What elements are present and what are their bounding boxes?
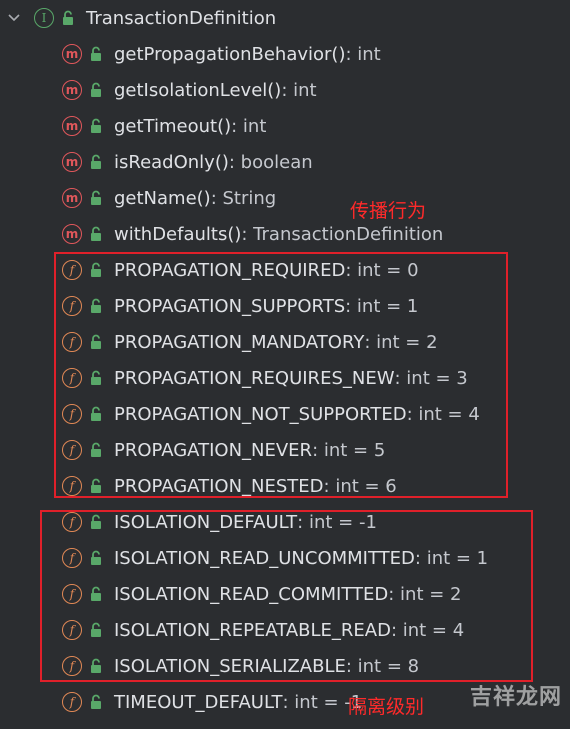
method-item[interactable]: m getTimeout(): int — [0, 108, 570, 144]
member-type: : TransactionDefinition — [241, 223, 444, 245]
member-type: : String — [210, 187, 277, 209]
unlock-icon — [86, 80, 106, 100]
member-type: : int — [345, 43, 381, 65]
method-icon: m — [62, 116, 82, 136]
method-item[interactable]: m getIsolationLevel(): int — [0, 72, 570, 108]
unlock-icon — [58, 8, 78, 28]
member-name: withDefaults() — [114, 223, 242, 245]
isolation-annotation: 隔离级别 — [348, 696, 425, 718]
unlock-icon — [86, 44, 106, 64]
unlock-icon — [86, 116, 106, 136]
unlock-icon — [86, 152, 106, 172]
method-icon: m — [62, 80, 82, 100]
interface-icon: I — [34, 8, 54, 28]
method-item[interactable]: m getName(): String — [0, 180, 570, 216]
member-name: isReadOnly() — [114, 151, 229, 173]
root-label: TransactionDefinition — [86, 7, 277, 29]
method-icon: m — [62, 152, 82, 172]
member-type: : int — [281, 79, 317, 101]
watermark-logo: 吉祥龙网 — [469, 685, 562, 710]
member-type: : int — [231, 115, 267, 137]
unlock-icon — [86, 224, 106, 244]
member-name: getPropagationBehavior() — [114, 43, 346, 65]
member-name: getTimeout() — [114, 115, 232, 137]
chevron-down-icon[interactable] — [6, 10, 22, 26]
method-item[interactable]: m withDefaults(): TransactionDefinition — [0, 216, 570, 252]
isolation-highlight-box — [40, 510, 533, 682]
method-icon: m — [62, 188, 82, 208]
member-name: TIMEOUT_DEFAULT — [114, 691, 283, 713]
field-icon: f — [62, 692, 82, 712]
propagation-highlight-box — [54, 252, 508, 498]
method-icon: m — [62, 224, 82, 244]
propagation-annotation: 传播行为 — [350, 200, 427, 222]
unlock-icon — [86, 692, 106, 712]
method-item[interactable]: m getPropagationBehavior(): int — [0, 36, 570, 72]
member-type: : boolean — [228, 151, 313, 173]
tree-node-root[interactable]: I TransactionDefinition — [0, 0, 570, 36]
method-icon: m — [62, 44, 82, 64]
methods-list: m getPropagationBehavior(): int m getIsolat… — [0, 36, 570, 252]
member-name: getIsolationLevel() — [114, 79, 282, 101]
unlock-icon — [86, 188, 106, 208]
method-item[interactable]: m isReadOnly(): boolean — [0, 144, 570, 180]
member-name: getName() — [114, 187, 211, 209]
